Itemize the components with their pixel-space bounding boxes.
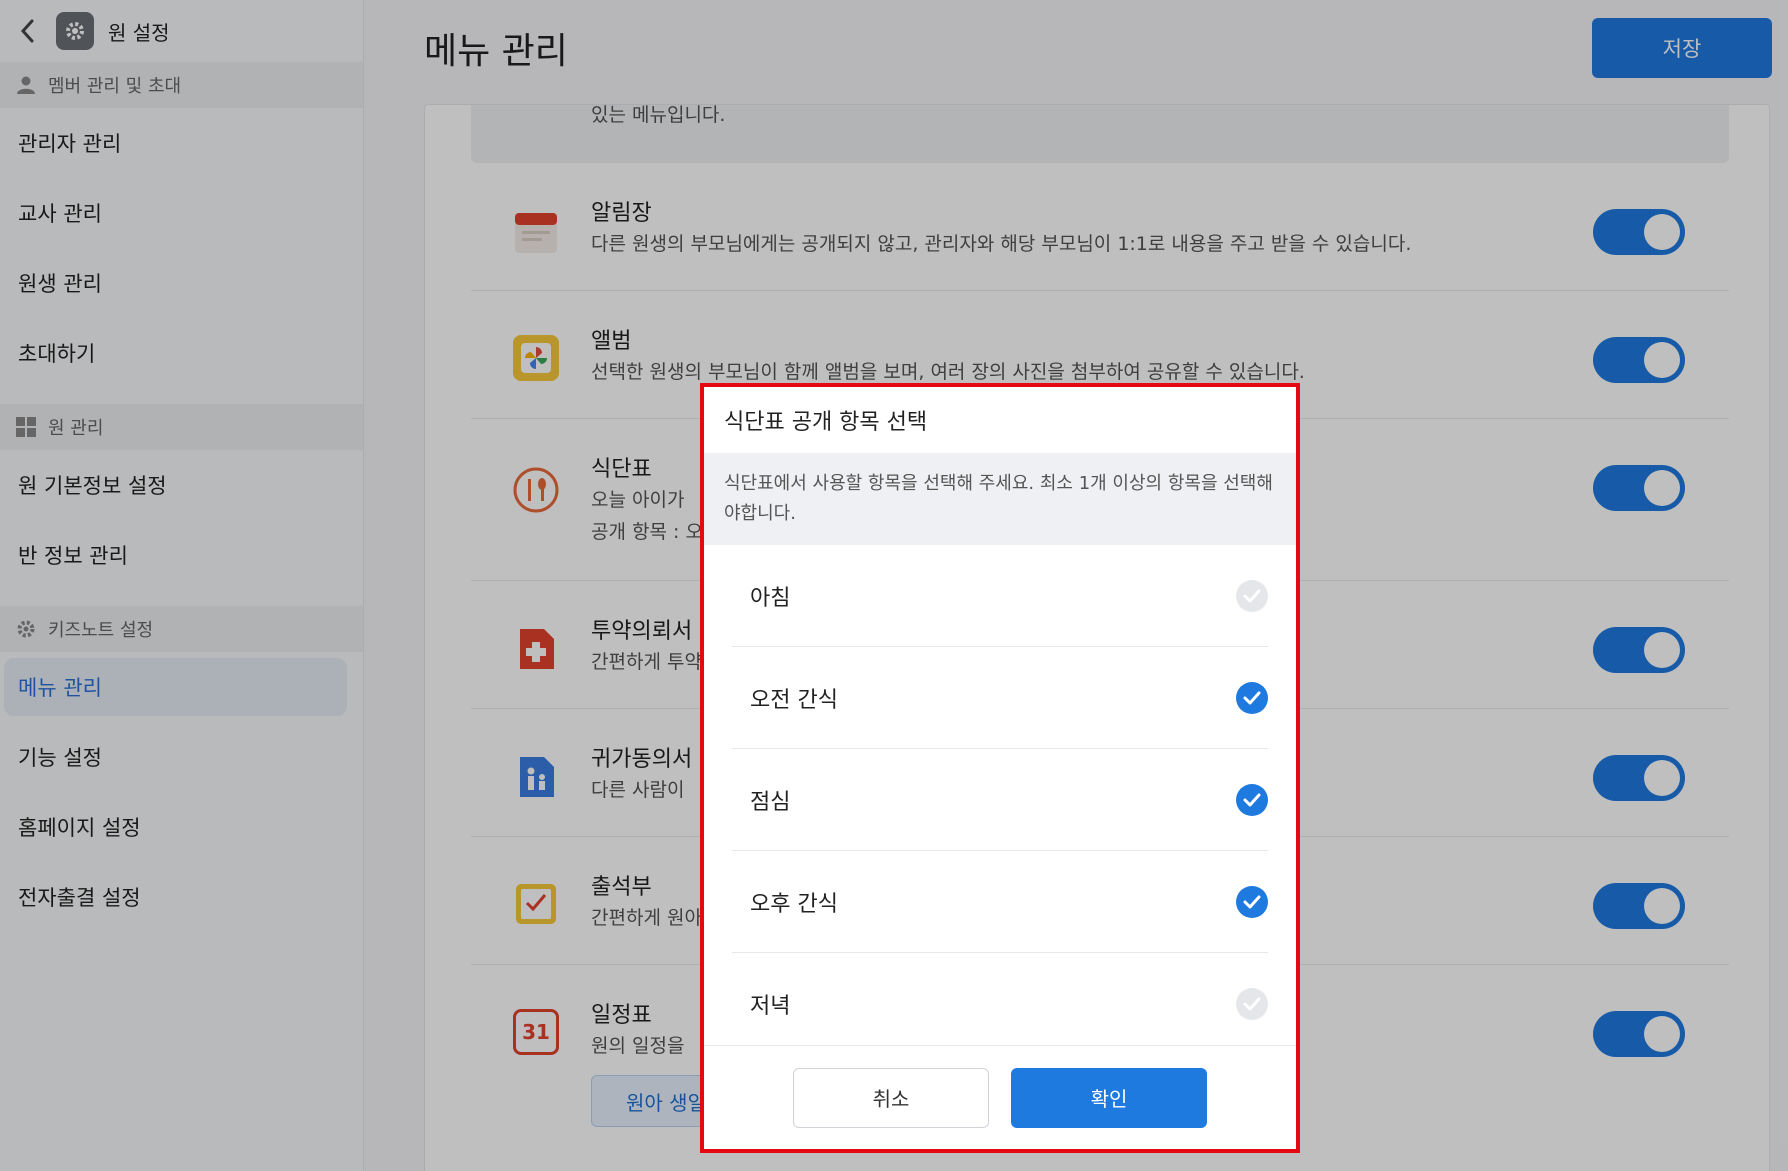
check-icon[interactable] [1236, 885, 1268, 918]
option-dinner[interactable]: 저녁 [732, 953, 1268, 1055]
check-icon[interactable] [1236, 579, 1268, 612]
option-afternoon-snack[interactable]: 오후 간식 [732, 851, 1268, 953]
option-label: 오전 간식 [750, 687, 838, 713]
option-label: 아침 [750, 585, 791, 611]
modal-footer: 취소 확인 [704, 1045, 1296, 1149]
meal-items-modal: 식단표 공개 항목 선택 식단표에서 사용할 항목을 선택해 주세요. 최소 1… [700, 383, 1300, 1153]
option-breakfast[interactable]: 아침 [732, 545, 1268, 647]
check-icon[interactable] [1236, 681, 1268, 714]
option-label: 저녁 [750, 994, 791, 1019]
check-icon[interactable] [1236, 783, 1268, 816]
option-morning-snack[interactable]: 오전 간식 [732, 647, 1268, 749]
check-icon[interactable] [1236, 988, 1268, 1020]
modal-description: 식단표에서 사용할 항목을 선택해 주세요. 최소 1개 이상의 항목을 선택해… [704, 453, 1296, 545]
option-label: 오후 간식 [750, 891, 838, 917]
modal-title: 식단표 공개 항목 선택 [724, 410, 928, 435]
cancel-button[interactable]: 취소 [793, 1067, 989, 1128]
confirm-button[interactable]: 확인 [1011, 1067, 1207, 1128]
option-label: 점심 [750, 789, 791, 815]
option-lunch[interactable]: 점심 [732, 749, 1268, 851]
option-list: 아침 오전 간식 점심 오후 간식 저녁 [704, 545, 1296, 1055]
